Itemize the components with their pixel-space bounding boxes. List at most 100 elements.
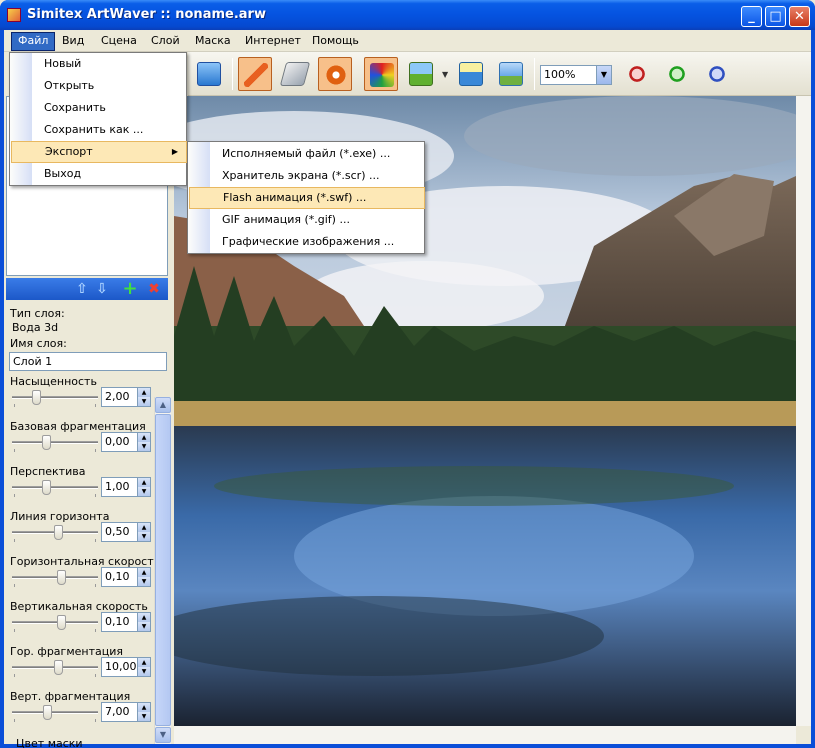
- spin-up-icon[interactable]: ▲: [137, 388, 150, 397]
- tool-water[interactable]: [454, 57, 488, 91]
- spin-up-icon[interactable]: ▲: [137, 568, 150, 577]
- menu-mask[interactable]: Маска: [189, 33, 237, 50]
- param-slider-thumb[interactable]: [32, 390, 41, 405]
- param-value: 1,00: [105, 480, 130, 493]
- param-slider-thumb[interactable]: [42, 435, 51, 450]
- file-menu: Новый Открыть Сохранить Сохранить как ..…: [9, 52, 187, 186]
- spin-up-icon[interactable]: ▲: [137, 703, 150, 712]
- param-slider-ticks: [14, 404, 96, 407]
- param-slider-ticks: [14, 584, 96, 587]
- spin-up-icon[interactable]: ▲: [137, 523, 150, 532]
- layer-name-input[interactable]: Слой 1: [9, 352, 167, 371]
- param-slider-track[interactable]: [12, 711, 98, 714]
- param-slider-ticks: [14, 494, 96, 497]
- export-scr[interactable]: Хранитель экрана (*.scr) ...: [189, 165, 425, 187]
- zoom-out-icon: [625, 62, 649, 86]
- export-gif[interactable]: GIF анимация (*.gif) ...: [189, 209, 425, 231]
- chevron-down-icon[interactable]: ▼: [442, 70, 448, 79]
- menu-layer[interactable]: Слой: [145, 33, 186, 50]
- param-value-spinner[interactable]: 7,00 ▲ ▼: [101, 702, 151, 722]
- export-submenu: Исполняемый файл (*.exe) ... Хранитель э…: [187, 141, 425, 254]
- zoom-select[interactable]: 100% ▼: [540, 65, 612, 85]
- spin-up-icon[interactable]: ▲: [137, 433, 150, 442]
- zoom-fit-icon: [705, 62, 729, 86]
- tool-palette[interactable]: [364, 57, 398, 91]
- tool-image[interactable]: [192, 57, 226, 91]
- param-slider-thumb[interactable]: [43, 705, 52, 720]
- scroll-up-icon[interactable]: ▲: [155, 397, 171, 413]
- menu-item-save-as[interactable]: Сохранить как ...: [11, 119, 187, 141]
- spin-down-icon[interactable]: ▼: [137, 487, 150, 496]
- menu-file[interactable]: Файл: [10, 32, 56, 51]
- param-slider-track[interactable]: [12, 621, 98, 624]
- export-exe[interactable]: Исполняемый файл (*.exe) ...: [189, 143, 425, 165]
- move-up-icon[interactable]: ⇧: [74, 281, 90, 297]
- export-swf[interactable]: Flash анимация (*.swf) ...: [189, 187, 425, 209]
- param-value-spinner[interactable]: 0,50 ▲ ▼: [101, 522, 151, 542]
- param-slider-thumb[interactable]: [57, 570, 66, 585]
- tool-eraser[interactable]: [278, 57, 312, 91]
- menu-view[interactable]: Вид: [56, 33, 90, 50]
- menu-scene[interactable]: Сцена: [95, 33, 143, 50]
- param-value-spinner[interactable]: 10,00 ▲ ▼: [101, 657, 151, 677]
- tool-settings[interactable]: [318, 57, 352, 91]
- move-down-icon[interactable]: ⇩: [94, 281, 110, 297]
- param-slider-thumb[interactable]: [54, 525, 63, 540]
- palette-icon: [370, 63, 394, 87]
- menu-item-open[interactable]: Открыть: [11, 75, 187, 97]
- spin-down-icon[interactable]: ▼: [137, 442, 150, 451]
- tool-sky[interactable]: [494, 57, 528, 91]
- spin-down-icon[interactable]: ▼: [137, 577, 150, 586]
- maximize-button[interactable]: □: [765, 6, 786, 27]
- chevron-down-icon[interactable]: ▼: [596, 66, 611, 84]
- param-slider-track[interactable]: [12, 576, 98, 579]
- menu-item-new[interactable]: Новый: [11, 53, 187, 75]
- param-value-spinner[interactable]: 0,10 ▲ ▼: [101, 567, 151, 587]
- add-layer-icon[interactable]: +: [122, 280, 138, 298]
- tool-zoom-fit[interactable]: [700, 57, 734, 91]
- client-area: Файл Вид Сцена Слой Маска Интернет Помощ…: [4, 30, 811, 748]
- properties-scrollbar[interactable]: ▲ ▼: [154, 397, 171, 744]
- spin-down-icon[interactable]: ▼: [137, 397, 150, 406]
- param-label: Перспектива: [10, 465, 86, 478]
- spin-down-icon[interactable]: ▼: [137, 667, 150, 676]
- param-value-spinner[interactable]: 0,10 ▲ ▼: [101, 612, 151, 632]
- scroll-thumb[interactable]: [155, 414, 171, 726]
- menu-help[interactable]: Помощь: [306, 33, 365, 50]
- param-slider-thumb[interactable]: [42, 480, 51, 495]
- menu-item-export[interactable]: Экспорт ▶: [11, 141, 187, 163]
- menu-item-exit[interactable]: Выход: [11, 163, 187, 185]
- param-value-spinner[interactable]: 0,00 ▲ ▼: [101, 432, 151, 452]
- param-slider-track[interactable]: [12, 486, 98, 489]
- tool-landscape[interactable]: [404, 57, 438, 91]
- water-icon: [459, 62, 483, 86]
- delete-layer-icon[interactable]: ✖: [146, 281, 162, 297]
- param-slider-track[interactable]: [12, 441, 98, 444]
- spin-down-icon[interactable]: ▼: [137, 712, 150, 721]
- scroll-down-icon[interactable]: ▼: [155, 727, 171, 743]
- export-images[interactable]: Графические изображения ...: [189, 231, 425, 253]
- brush-icon: [244, 63, 268, 87]
- spin-up-icon[interactable]: ▲: [137, 478, 150, 487]
- param-slider-thumb[interactable]: [54, 660, 63, 675]
- canvas-vertical-scrollbar[interactable]: [796, 96, 811, 726]
- menu-item-save[interactable]: Сохранить: [11, 97, 187, 119]
- minimize-button[interactable]: _: [741, 6, 762, 27]
- param-label: Линия горизонта: [10, 510, 110, 523]
- param-slider-thumb[interactable]: [57, 615, 66, 630]
- close-button[interactable]: ✕: [789, 6, 810, 27]
- param-value-spinner[interactable]: 1,00 ▲ ▼: [101, 477, 151, 497]
- title-bar[interactable]: Simitex ArtWaver :: noname.arw _ □ ✕: [0, 0, 815, 30]
- canvas-horizontal-scrollbar[interactable]: [174, 726, 796, 744]
- spin-up-icon[interactable]: ▲: [137, 613, 150, 622]
- spin-up-icon[interactable]: ▲: [137, 658, 150, 667]
- param-value-spinner[interactable]: 2,00 ▲ ▼: [101, 387, 151, 407]
- tool-zoom-out[interactable]: [620, 57, 654, 91]
- tool-zoom-in[interactable]: [660, 57, 694, 91]
- param-slider-track[interactable]: [12, 396, 98, 399]
- spin-down-icon[interactable]: ▼: [137, 622, 150, 631]
- menu-internet[interactable]: Интернет: [239, 33, 307, 50]
- spin-down-icon[interactable]: ▼: [137, 532, 150, 541]
- tool-brush[interactable]: [238, 57, 272, 91]
- param-value: 0,10: [105, 615, 130, 628]
